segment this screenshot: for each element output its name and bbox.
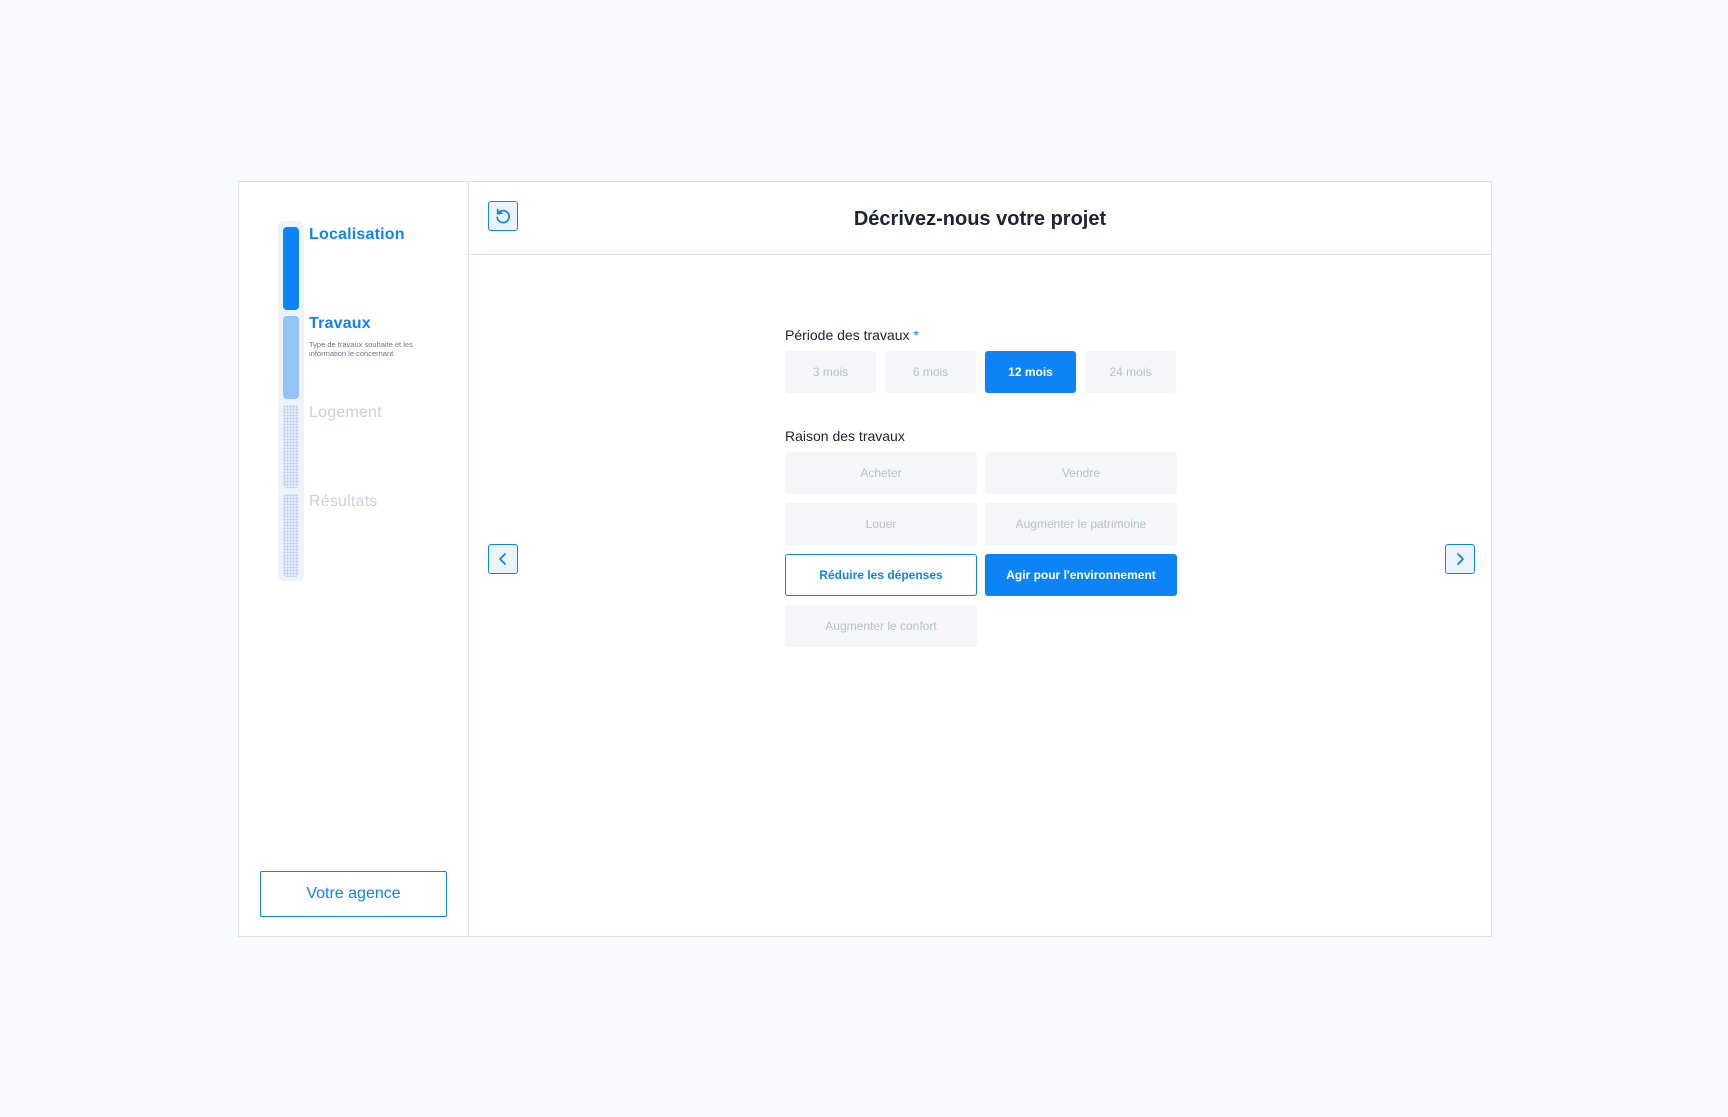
step-bar-resultats [283,494,299,577]
reason-label: Raison des travaux [785,428,905,444]
period-label-text: Période des travaux [785,327,910,343]
reason-option-agir-environnement[interactable]: Agir pour l'environnement [985,554,1177,596]
reason-option-louer[interactable]: Louer [785,503,977,545]
previous-button[interactable] [488,544,518,574]
step-bar-travaux [283,316,299,399]
chevron-right-icon [1457,553,1464,565]
required-mark: * [913,327,919,343]
wizard-card: Localisation Travaux Type de travaux sou… [238,181,1492,937]
reason-option-acheter[interactable]: Acheter [785,452,977,494]
reason-option-reduire-depenses[interactable]: Réduire les dépenses [785,554,977,596]
page-title: Décrivez-nous votre projet [853,208,1107,230]
reason-option-augmenter-confort[interactable]: Augmenter le confort [785,605,977,647]
step-bar-logement [283,405,299,488]
period-option-24-mois[interactable]: 24 mois [1085,351,1176,393]
sidebar: Localisation Travaux Type de travaux sou… [239,182,469,936]
period-option-6-mois[interactable]: 6 mois [885,351,976,393]
step-label-resultats: Résultats [309,493,378,510]
step-label-localisation[interactable]: Localisation [309,226,405,244]
agency-button[interactable]: Votre agence [260,871,447,917]
chevron-left-icon [499,553,506,565]
main-panel: Décrivez-nous votre projet Période des t… [469,182,1491,936]
step-label-travaux[interactable]: Travaux [309,315,371,333]
reason-option-augmenter-patrimoine[interactable]: Augmenter le patrimoine [985,503,1177,545]
next-button[interactable] [1445,544,1475,574]
step-label-logement: Logement [309,404,382,421]
reason-option-vendre[interactable]: Vendre [985,452,1177,494]
period-option-12-mois[interactable]: 12 mois [985,351,1076,393]
header: Décrivez-nous votre projet [469,182,1491,255]
period-label: Période des travaux * [785,327,919,343]
step-bar-localisation [283,227,299,310]
step-description-travaux: Type de travaux souhaite et les informat… [309,340,413,358]
period-option-3-mois[interactable]: 3 mois [785,351,876,393]
